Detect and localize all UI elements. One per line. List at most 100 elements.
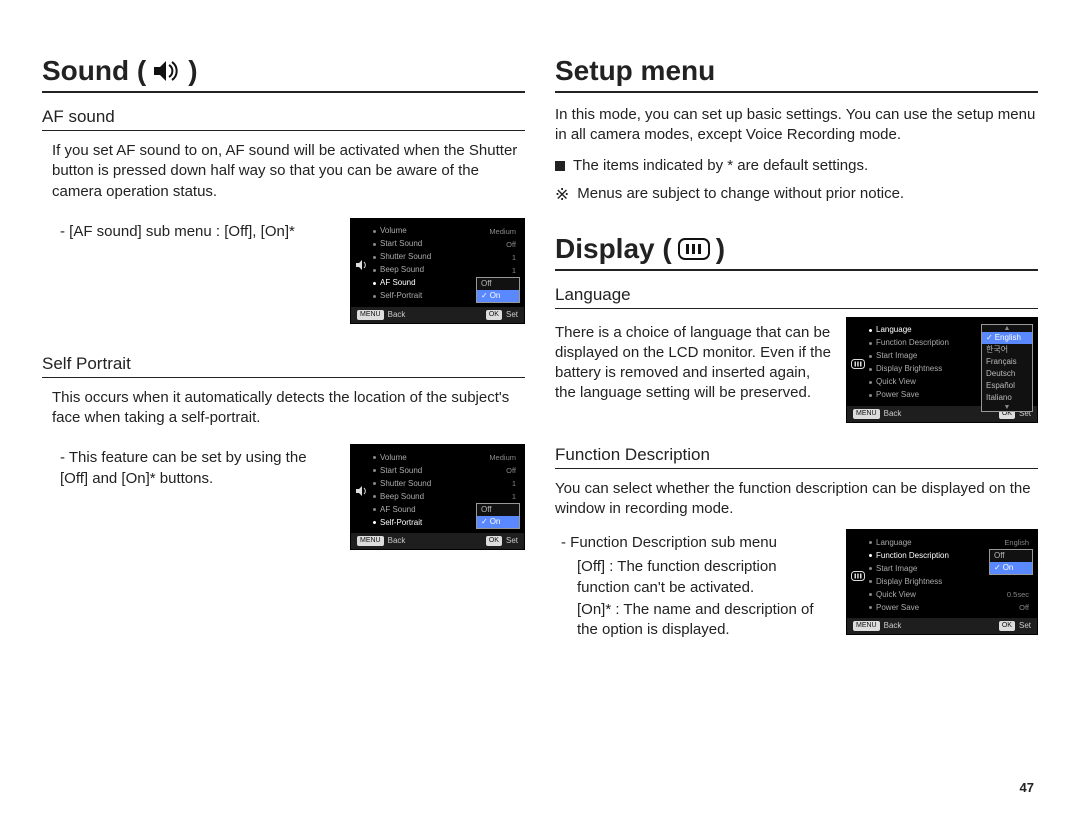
row-dot-icon xyxy=(869,355,872,358)
row-label: Beep Sound xyxy=(380,266,424,274)
row-label: Self-Portrait xyxy=(380,292,422,300)
row-value: Medium xyxy=(489,228,518,236)
sound-tab-icon xyxy=(355,485,369,497)
row-label: Display Brightness xyxy=(876,365,942,373)
row-label: Start Image xyxy=(876,352,917,360)
display-tab-icon xyxy=(851,570,865,582)
menu-row: Shutter Sound1 xyxy=(373,251,518,264)
menu-row: Volume Medium xyxy=(373,225,518,238)
self-portrait-title: Self Portrait xyxy=(42,354,525,378)
popup-option: 한국어 xyxy=(982,344,1032,356)
self-portrait-body: This occurs when it automatically detect… xyxy=(52,388,525,429)
row-label: Self-Portrait xyxy=(380,519,422,527)
language-title: Language xyxy=(555,285,1038,309)
row-label: Function Description xyxy=(876,552,949,560)
left-column: Sound ( ) AF sound If you set AF sound t… xyxy=(42,55,525,785)
row-label: Volume xyxy=(380,454,407,462)
right-column: Setup menu In this mode, you can set up … xyxy=(555,55,1038,785)
popup-option: Off xyxy=(477,278,519,290)
row-dot-icon xyxy=(869,394,872,397)
func-desc-sub: - Function Description sub menu xyxy=(561,533,832,553)
menu-row: Start SoundOff xyxy=(373,464,518,477)
row-dot-icon xyxy=(373,282,376,285)
row-dot-icon xyxy=(869,580,872,583)
row-value: English xyxy=(1004,539,1031,547)
row-label: Power Save xyxy=(876,391,919,399)
row-dot-icon xyxy=(869,368,872,371)
square-bullet-icon xyxy=(555,161,565,171)
af-sound-screenshot: Volume Medium Start Sound Off Shutter Sound1… xyxy=(350,218,525,324)
menu-row: Shutter Sound 1 xyxy=(373,477,518,490)
menu-row: LanguageEnglish xyxy=(869,536,1031,549)
row-label: Function Description xyxy=(876,339,949,347)
sound-heading: Sound ( ) xyxy=(42,55,525,93)
function-description-title: Function Description xyxy=(555,445,1038,469)
setup-menu-heading: Setup menu xyxy=(555,55,1038,93)
row-dot-icon xyxy=(869,554,872,557)
row-label: Shutter Sound xyxy=(380,480,431,488)
row-dot-icon xyxy=(373,456,376,459)
row-dot-icon xyxy=(373,482,376,485)
popup-option: On xyxy=(477,290,519,302)
row-value: Off xyxy=(506,241,518,249)
menu-row: Display Brightness xyxy=(869,575,1031,588)
row-dot-icon xyxy=(373,256,376,259)
row-dot-icon xyxy=(869,329,872,332)
change-notice: ※ Menus are subject to change without pr… xyxy=(555,184,1038,207)
language-screenshot: Language Function Description Start Image D… xyxy=(846,317,1038,423)
scroll-up-icon: ▲ xyxy=(982,325,1032,332)
options-popup: ▲English한국어FrançaisDeutschEspañolItalian… xyxy=(981,324,1033,412)
func-desc-screenshot: LanguageEnglishFunction DescriptionStart… xyxy=(846,529,1038,635)
menu-row: Beep Sound 1 xyxy=(373,264,518,277)
popup-option: English xyxy=(982,332,1032,344)
popup-option: Italiano xyxy=(982,392,1032,404)
row-dot-icon xyxy=(373,469,376,472)
row-dot-icon xyxy=(373,495,376,498)
menu-row: Start Sound Off xyxy=(373,238,518,251)
sound-tab-icon xyxy=(355,259,369,271)
row-dot-icon xyxy=(869,541,872,544)
menu-row: Beep Sound1 xyxy=(373,490,518,503)
row-dot-icon xyxy=(869,381,872,384)
row-label: AF Sound xyxy=(380,279,416,287)
row-dot-icon xyxy=(373,243,376,246)
menu-row: Power SaveOff xyxy=(869,601,1031,614)
row-value: Off xyxy=(506,467,518,475)
options-popup: OffOn xyxy=(989,549,1033,575)
row-dot-icon xyxy=(869,606,872,609)
popup-option: Français xyxy=(982,356,1032,368)
row-dot-icon xyxy=(373,508,376,511)
row-value: 1 xyxy=(512,267,518,275)
reference-mark-icon: ※ xyxy=(555,184,569,207)
row-label: Start Sound xyxy=(380,240,422,248)
display-tab-icon xyxy=(851,358,865,370)
row-label: Language xyxy=(876,326,912,334)
row-dot-icon xyxy=(869,567,872,570)
row-value: 0.5sec xyxy=(1007,591,1031,599)
row-label: AF Sound xyxy=(380,506,416,514)
self-portrait-screenshot: VolumeMediumStart SoundOff Shutter Sound 1… xyxy=(350,444,525,550)
display-heading: Display ( ) xyxy=(555,233,1038,271)
self-portrait-sub: - This feature can be set by using the [… xyxy=(60,448,336,489)
popup-option: Español xyxy=(982,380,1032,392)
options-popup: OffOn xyxy=(476,277,520,303)
language-body: There is a choice of language that can b… xyxy=(555,323,832,404)
af-sound-title: AF sound xyxy=(42,107,525,131)
setup-body: In this mode, you can set up basic setti… xyxy=(555,105,1038,146)
func-desc-on: [On]* : The name and description of the … xyxy=(577,600,832,641)
row-label: Volume xyxy=(380,227,407,235)
row-dot-icon xyxy=(373,295,376,298)
menu-row: Quick View0.5sec xyxy=(869,588,1031,601)
row-value: 1 xyxy=(512,480,518,488)
func-desc-off: [Off] : The function description functio… xyxy=(577,557,832,598)
popup-option: Off xyxy=(990,550,1032,562)
popup-option: On xyxy=(477,516,519,528)
default-settings-note: The items indicated by * are default set… xyxy=(555,156,1038,176)
menu-row: VolumeMedium xyxy=(373,451,518,464)
display-icon xyxy=(678,238,710,260)
row-label: Power Save xyxy=(876,604,919,612)
popup-option: On xyxy=(990,562,1032,574)
row-label: Quick View xyxy=(876,378,916,386)
sound-icon xyxy=(152,59,182,83)
menu-key: MENU xyxy=(357,310,384,320)
